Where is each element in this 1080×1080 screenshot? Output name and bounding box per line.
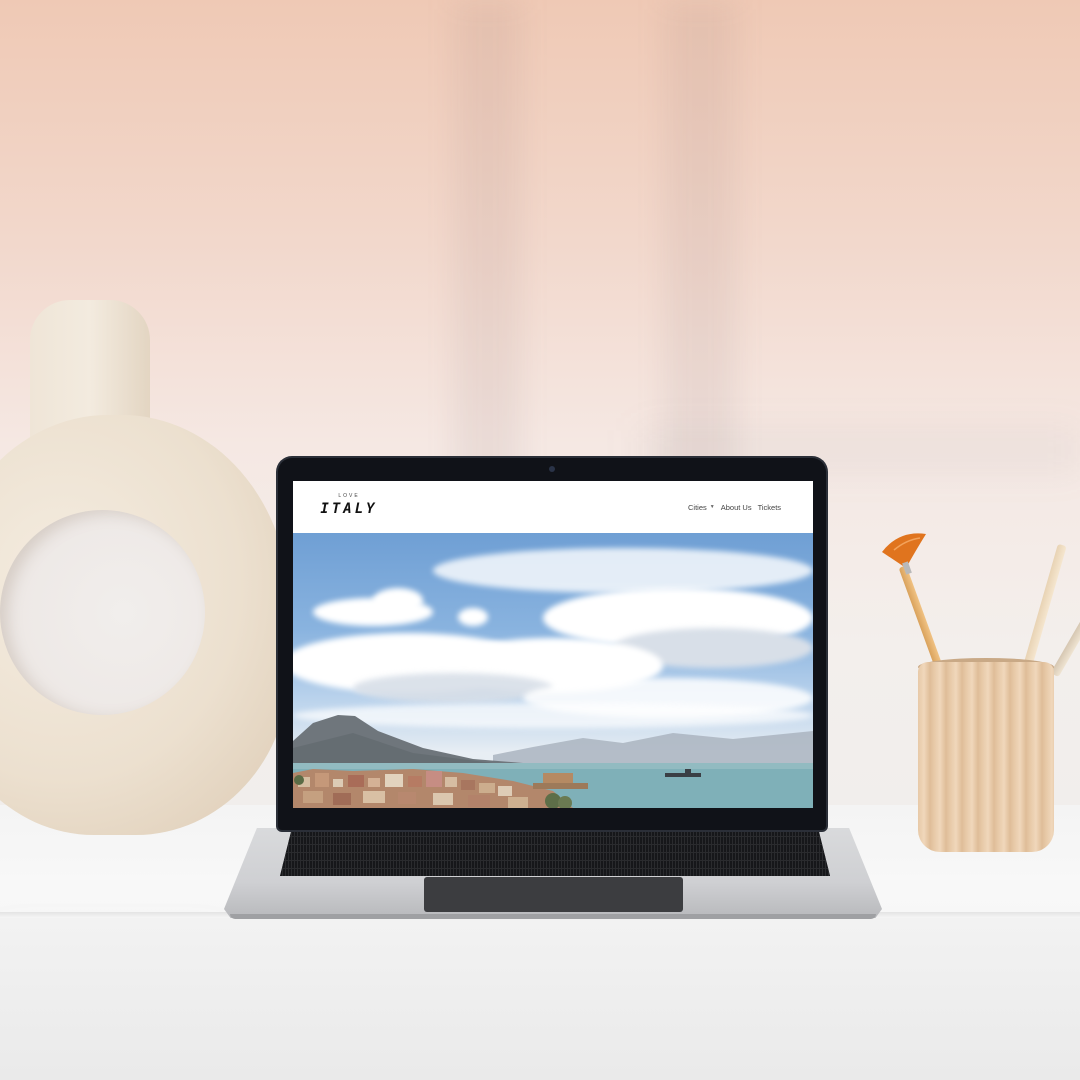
desk-front: [0, 918, 1080, 1080]
nav-item-tickets[interactable]: Tickets: [758, 503, 781, 512]
nav-item-about-us[interactable]: About Us: [721, 503, 752, 512]
webcam: [549, 466, 555, 472]
laptop-trackpad: [424, 877, 683, 912]
laptop-screen: LOVE ITALY Cities ▼ About Us Tickets: [293, 481, 813, 808]
ceramic-vase: [0, 300, 300, 835]
nav-item-label: Tickets: [757, 502, 782, 512]
main-nav: Cities ▼ About Us Tickets: [688, 499, 808, 515]
pencil-cup: [918, 662, 1054, 852]
desk-scene: LOVE ITALY Cities ▼ About Us Tickets: [0, 0, 1080, 1080]
chevron-down-icon: ▼: [709, 504, 715, 510]
vase-hole: [0, 510, 205, 715]
laptop-keyboard: [280, 832, 830, 876]
site-logo[interactable]: LOVE ITALY: [319, 493, 389, 523]
hero-landscape: [293, 715, 813, 808]
laptop-base-lip: [230, 914, 876, 919]
nav-item-cities[interactable]: Cities ▼: [688, 503, 715, 512]
logo-tagline: LOVE: [338, 493, 360, 499]
logo-wordmark: ITALY: [320, 501, 378, 517]
nav-item-label: Cities: [688, 502, 707, 512]
fan-brush-head-icon: [882, 533, 926, 575]
site-header: LOVE ITALY Cities ▼ About Us Tickets: [293, 481, 813, 533]
nav-item-label: About Us: [720, 502, 752, 512]
hero-image: [293, 533, 813, 808]
